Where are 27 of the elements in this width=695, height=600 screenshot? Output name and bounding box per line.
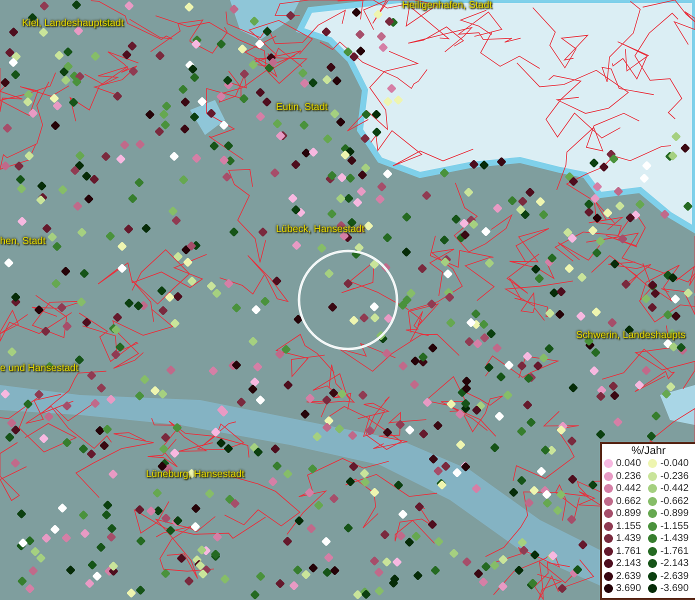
legend-value: 2.639 [616, 570, 642, 582]
legend-value: -0.662 [660, 496, 690, 507]
legend-value: -1.439 [660, 533, 690, 544]
legend-value: 1.155 [616, 520, 642, 532]
legend-value: -1.155 [660, 520, 690, 532]
legend-value: 0.040 [616, 458, 642, 470]
legend-value: 0.442 [616, 483, 642, 494]
legend-value: 3.690 [616, 583, 642, 594]
legend-value: 0.899 [616, 508, 642, 520]
place-label: Eutin, Stadt [276, 102, 328, 114]
legend-value: -0.236 [660, 470, 690, 482]
legend-value: 2.143 [616, 558, 642, 570]
legend-value: -3.690 [660, 583, 690, 594]
legend-value: -1.761 [660, 546, 690, 557]
legend-value: 1.761 [616, 546, 642, 557]
legend-value: 0.236 [616, 470, 642, 482]
legend-value: -0.899 [660, 508, 690, 520]
legend-value: -2.143 [660, 558, 690, 570]
place-label: e und Hansestadt [0, 363, 78, 375]
place-label: Lübeck, Hansestadt [276, 224, 364, 236]
legend-value: -0.040 [660, 458, 690, 470]
legend-title: %/Jahr [630, 445, 667, 458]
place-label: hen, Stadt [0, 236, 46, 248]
legend-value: 1.439 [616, 533, 642, 544]
legend-value: 0.662 [616, 496, 642, 507]
legend-value: -0.442 [660, 483, 690, 494]
legend-value: -2.639 [660, 570, 690, 582]
